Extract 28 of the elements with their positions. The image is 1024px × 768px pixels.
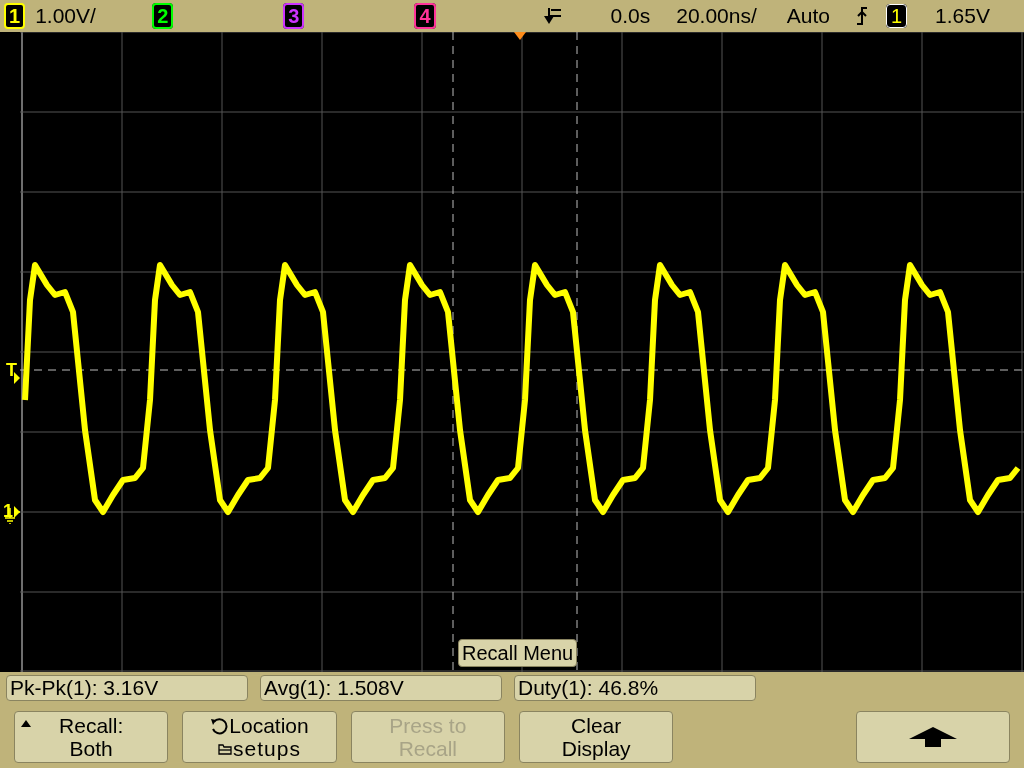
menu-title: Recall Menu xyxy=(458,639,578,667)
up-arrow-button[interactable] xyxy=(855,711,1010,763)
volts-per-div: 1.00V/ xyxy=(35,3,97,30)
rising-edge-icon xyxy=(856,6,868,26)
ground-level-marker: 1 xyxy=(3,502,13,520)
recall-softkey[interactable]: Recall: Both xyxy=(14,711,169,763)
time-offset: 0.0s xyxy=(610,3,651,30)
trigger-point-icon xyxy=(514,32,526,40)
folder-icon xyxy=(218,741,233,756)
channel-label[interactable]: 4 xyxy=(414,3,436,30)
channel-label[interactable]: 2 xyxy=(152,3,174,30)
rotate-icon xyxy=(210,716,229,735)
time-per-div: 20.00ns/ xyxy=(676,3,757,30)
softkey[interactable]: Clear Display xyxy=(519,711,674,763)
trigger-level: 1.65V xyxy=(935,3,990,30)
channel-label[interactable]: 3 xyxy=(283,3,305,30)
up-arrow-icon xyxy=(908,727,957,747)
ground-icon xyxy=(4,504,20,524)
trigger-source[interactable]: 1 xyxy=(886,4,908,29)
trigger-mode: Auto xyxy=(786,3,830,30)
location-softkey[interactable]: Location setups xyxy=(182,711,337,763)
measurement-readout: Pk-Pk(1): 3.16V xyxy=(6,675,248,701)
trigger-position-icon xyxy=(542,6,563,26)
channel-label[interactable]: 1 xyxy=(4,3,26,29)
up-triangle-icon xyxy=(21,720,31,727)
measurement-readout: Duty(1): 46.8% xyxy=(514,675,756,701)
measurement-readout: Avg(1): 1.508V xyxy=(260,675,502,701)
trigger-level-marker: T xyxy=(6,361,17,379)
